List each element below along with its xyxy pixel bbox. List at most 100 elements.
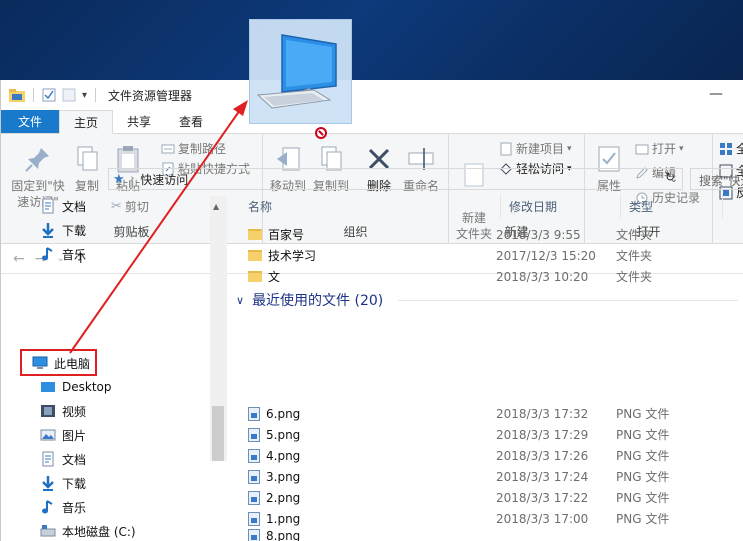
table-row[interactable]: 百家号 2018/3/3 9:55 文件夹 [248,224,652,245]
scroll-up-arrow-icon[interactable]: ▲ [213,202,219,211]
folder-icon [248,229,262,240]
chevron-down-icon[interactable]: ∨ [236,294,244,307]
scroll-thumb[interactable] [212,406,224,461]
copy-icon [77,146,98,171]
file-type: 文件夹 [616,270,653,284]
folder-icon [248,271,262,282]
address-path[interactable]: 快速访问 [140,171,188,188]
chevron-down-icon: ▾ [567,143,572,154]
new-folder-icon[interactable] [62,88,76,102]
document-icon [42,198,54,214]
window-title: 文件资源管理器 [108,88,193,103]
select-all-button[interactable]: 全 [719,140,743,157]
music-icon [42,500,53,514]
file-name: 文 [268,270,281,284]
copy-label: 复制 [74,179,99,193]
sidebar-item-label: 本地磁盘 (C:) [62,524,136,539]
tab-home[interactable]: 主页 [59,110,114,134]
column-divider[interactable] [500,194,501,218]
image-file-icon [248,469,260,484]
sidebar-item-label: 文档 [62,199,87,214]
table-row[interactable]: 2.png 2018/3/3 17:22 PNG 文件 [248,487,669,508]
table-row[interactable]: 1.png 2018/3/3 17:00 PNG 文件 [248,508,669,529]
sidebar-item-desktop[interactable]: Desktop [40,376,112,398]
table-row[interactable]: 3.png 2018/3/3 17:24 PNG 文件 [248,466,669,487]
document-icon [42,451,54,467]
file-date: 2018/3/3 9:55 [496,227,581,242]
file-date: 2018/3/3 17:32 [496,406,589,421]
column-header-date[interactable]: 修改日期 [509,194,557,218]
file-date: 2018/3/3 17:24 [496,469,589,484]
new-item-icon [500,142,512,155]
copy-path-icon [161,144,175,153]
sidebar-item-label: 文档 [62,452,87,467]
column-header-name[interactable]: 名称 [248,194,272,218]
file-name: 百家号 [268,228,305,242]
file-date: 2018/3/3 17:26 [496,448,589,463]
file-date: 2018/3/3 10:20 [496,269,589,284]
drive-icon [40,525,56,537]
search-input[interactable]: 搜索"快速访问" [690,168,743,190]
sidebar-item-pictures[interactable]: 图片 [40,424,86,446]
highlight-box [20,349,97,376]
file-type: PNG 文件 [616,512,670,526]
file-name: 3.png [266,469,301,484]
table-row[interactable]: 5.png 2018/3/3 17:29 PNG 文件 [248,424,669,445]
table-row[interactable]: 4.png 2018/3/3 17:26 PNG 文件 [248,445,669,466]
sidebar-scrollbar[interactable]: ▲ [210,196,227,461]
quick-access-toolbar: ▾ [9,88,98,102]
sidebar-item-downloads-2[interactable]: 下载 [40,472,86,494]
properties-icon[interactable] [42,88,56,102]
file-type: PNG 文件 [616,407,670,421]
tab-file[interactable]: 文件 [1,110,59,133]
sidebar-item-label: 音乐 [62,500,87,515]
sidebar-item-label: Desktop [62,380,112,394]
column-divider[interactable] [620,194,621,218]
table-row[interactable]: 8.png [248,529,496,541]
download-icon [42,223,54,238]
open-label: 打开 [652,142,677,156]
file-date: 2017/12/3 15:20 [496,248,596,263]
drag-preview [249,19,352,124]
sidebar-item-music[interactable]: 音乐 [40,243,86,265]
sidebar-item-local-disk-c[interactable]: 本地磁盘 (C:) [40,520,136,541]
sidebar-item-downloads[interactable]: 下载 [40,219,86,241]
sidebar-item-label: 下载 [62,476,87,491]
sidebar-item-documents[interactable]: 文档 [40,195,86,217]
file-type: 文件夹 [616,249,653,263]
select-all-icon [720,142,732,155]
table-row[interactable]: 6.png 2018/3/3 17:32 PNG 文件 [248,403,669,424]
file-name: 技术学习 [268,249,317,263]
sidebar-item-videos[interactable]: 视频 [40,400,86,422]
column-header-type[interactable]: 类型 [629,194,653,218]
customize-toolbar-chevron-icon[interactable]: ▾ [82,90,87,101]
file-type: PNG 文件 [616,428,670,442]
toolbar-separator [33,88,34,102]
tab-view[interactable]: 查看 [165,110,217,133]
sidebar-item-music-2[interactable]: 音乐 [40,496,86,518]
recent-files-group-header[interactable]: ∨ 最近使用的文件 (20) [236,290,383,310]
sidebar-item-label: 下载 [62,223,87,238]
copy-button[interactable]: 复制 [69,144,105,194]
pin-icon [25,148,49,172]
sidebar-item-label: 图片 [62,428,87,443]
tab-share[interactable]: 共享 [113,110,165,133]
folder-icon [248,250,262,261]
new-item-button[interactable]: 新建项目 ▾ [499,140,572,157]
address-bar[interactable]: ★ › 快速访问 ⌄ [108,168,683,190]
minimize-icon[interactable]: — [709,86,723,102]
computer-icon [256,34,337,109]
open-button[interactable]: 打开 ▾ [635,140,684,157]
navigation-pane: 文档 下载 音乐 此电脑 Desktop 视频 图片 文档 ▲ [0,194,228,467]
music-icon [42,247,53,261]
sidebar-item-documents-2[interactable]: 文档 [40,448,86,470]
table-row[interactable]: 技术学习 2017/12/3 15:20 文件夹 [248,245,652,266]
star-icon: ★ [113,171,125,187]
group-divider [398,300,738,301]
table-row[interactable]: 文 2018/3/3 10:20 文件夹 [248,266,652,287]
file-type: PNG 文件 [616,470,670,484]
file-name: 6.png [266,406,301,421]
copy-path-button[interactable]: 复制路径 [161,140,226,157]
column-divider[interactable] [722,194,723,218]
refresh-icon[interactable]: ↻ [660,170,680,188]
